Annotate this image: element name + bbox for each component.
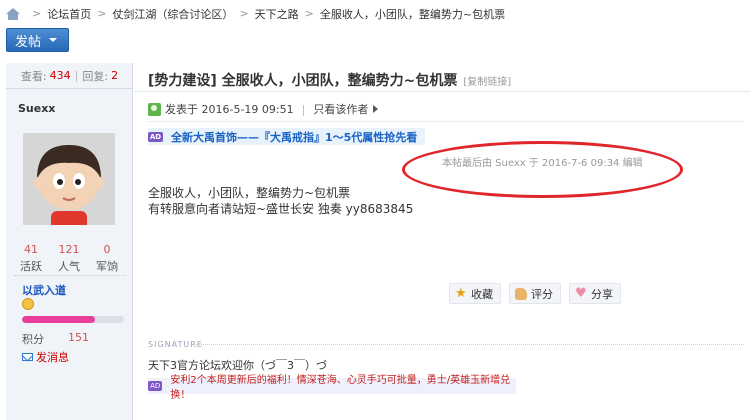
score-label: 积分 (22, 333, 44, 346)
copy-link-button[interactable]: [复制链接] (463, 73, 511, 88)
stat-activity[interactable]: 41 活跃 (14, 243, 48, 274)
author-name[interactable]: Suexx (18, 102, 55, 115)
title-divider (134, 91, 750, 92)
content-line: 有转服意向者请站短~盛世长安 独奏 yy8683845 (148, 202, 414, 216)
send-message-label: 发消息 (36, 351, 69, 364)
avatar-image (23, 133, 115, 225)
rate-button[interactable]: 评分 (509, 283, 561, 304)
stat-label: 活跃 (20, 260, 42, 273)
smile-icon (22, 298, 34, 310)
top-ad-link[interactable]: AD 全新大禹首饰——『大禹戒指』1～5代属性抢先看 (148, 128, 426, 145)
breadcrumb-separator: > (239, 7, 249, 20)
red-highlight-ellipse (402, 141, 683, 198)
ad-badge: AD (148, 131, 163, 142)
meta-divider-line (148, 121, 744, 122)
author-sidebar (6, 63, 133, 420)
page-title: [势力建设] 全服收人，小团队，整编势力~包机票 (148, 73, 458, 89)
favorite-button[interactable]: ★ 收藏 (449, 283, 501, 304)
breadcrumb-subforum[interactable]: 天下之路 (255, 6, 299, 22)
post-title-row: [势力建设] 全服收人，小团队，整编势力~包机票 [复制链接] (148, 70, 511, 90)
breadcrumb-separator: > (304, 7, 314, 20)
chevron-down-icon (49, 38, 58, 42)
caret-right-icon (373, 105, 379, 113)
replies-label: 回复: (82, 69, 109, 83)
level-progress-fill (22, 316, 96, 323)
post-meta: 发表于 2016-5-19 09:51 | 只看该作者 (148, 101, 379, 117)
rate-label: 评分 (531, 287, 553, 301)
breadcrumb-separator: > (32, 7, 42, 20)
stat-popularity[interactable]: 121 人气 (52, 243, 86, 274)
author-only-link[interactable]: 只看该作者 (313, 101, 368, 117)
share-label: 分享 (591, 287, 613, 301)
post-content: 全服收人，小团队，整编势力~包机票 有转服意向者请站短~盛世长安 独奏 yy86… (148, 185, 413, 217)
views-label: 查看: (20, 69, 47, 83)
stat-pay[interactable]: 0 军饷 (90, 243, 124, 274)
heart-icon: ♥ (575, 285, 587, 301)
thumbs-up-icon (515, 287, 527, 300)
breadcrumb-thread[interactable]: 全服收人，小团队，整编势力~包机票 (320, 6, 505, 22)
breadcrumb-forum-home[interactable]: 论坛首页 (47, 6, 91, 22)
avatar[interactable] (23, 133, 115, 225)
send-message-link[interactable]: 发消息 (22, 349, 69, 365)
meta-divider: | (301, 102, 306, 116)
top-ad-text: 全新大禹首饰——『大禹戒指』1～5代属性抢先看 (171, 130, 418, 144)
level-progress-bar (22, 316, 124, 323)
signature-label: SIGNATURE (148, 340, 203, 349)
sidebar-divider (14, 275, 126, 276)
home-icon[interactable] (6, 7, 20, 20)
stat-label: 人气 (58, 260, 80, 273)
breadcrumb: > 论坛首页 > 仗剑江湖（综合讨论区） > 天下之路 > 全服收人，小团队，整… (0, 0, 750, 27)
views-count: 434 (49, 69, 71, 82)
share-button[interactable]: ♥ 分享 (569, 283, 621, 304)
stat-value: 0 (103, 243, 111, 256)
post-stats: 查看: 434 | 回复: 2 (6, 63, 133, 89)
author-stats: 41 活跃 121 人气 0 军饷 (14, 243, 124, 274)
breadcrumb-discussion-board[interactable]: 仗剑江湖（综合讨论区） (112, 6, 233, 22)
signature-divider (196, 344, 744, 345)
new-post-button[interactable]: 发帖 (6, 28, 69, 52)
content-line: 全服收人，小团队，整编势力~包机票 (148, 186, 351, 200)
ad-badge: AD (148, 381, 163, 391)
favorite-label: 收藏 (471, 287, 493, 301)
user-rank[interactable]: 以武入道 (22, 282, 66, 298)
new-post-label: 发帖 (15, 34, 42, 50)
mail-icon (22, 353, 33, 361)
stats-divider: | (74, 69, 79, 82)
bottom-ad-link[interactable]: AD 安利2个本周更新后的福利！情深苍海、心灵手巧可批量，勇士/英雄玉新增兑换！ (148, 375, 516, 401)
post-date: 发表于 2016-5-19 09:51 (165, 103, 294, 116)
post-actions: ★ 收藏 评分 ♥ 分享 (449, 283, 621, 304)
star-icon: ★ (455, 285, 467, 301)
online-status-icon (148, 102, 161, 116)
breadcrumb-separator: > (97, 7, 107, 20)
bottom-ad-text: 安利2个本周更新后的福利！情深苍海、心灵手巧可批量，勇士/英雄玉新增兑换！ (170, 375, 511, 401)
replies-count: 2 (111, 69, 119, 82)
stat-label: 军饷 (96, 260, 118, 273)
stat-value: 41 (24, 243, 38, 256)
score-value: 151 (68, 331, 89, 344)
stat-value: 121 (58, 243, 80, 256)
